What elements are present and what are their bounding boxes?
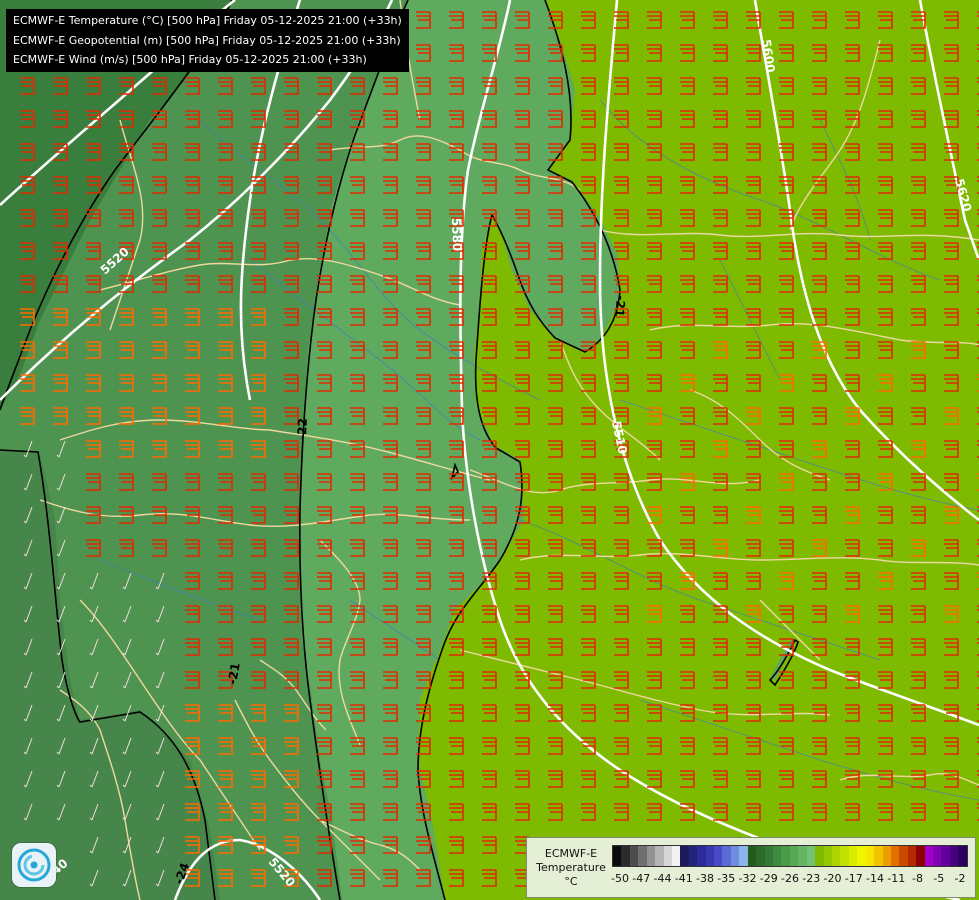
legend-color-step: [865, 846, 875, 866]
temperature-fill-zones: [0, 0, 979, 900]
legend-color-step: [688, 846, 698, 866]
legend-color-step: [806, 846, 816, 866]
legend-tick-label: -41: [674, 872, 693, 885]
legend-tick-label: -5: [933, 872, 945, 885]
legend-color-step: [663, 846, 672, 866]
legend-color-step: [730, 846, 740, 866]
legend-tick-label: -20: [823, 872, 842, 885]
weather-map-view: 5600 5620 5580 5520 5540 5510 5520 -21 -…: [0, 0, 979, 900]
legend-unit: °C: [564, 875, 578, 888]
isotherm-label: -22: [295, 418, 310, 440]
legend-color-step: [756, 846, 765, 866]
legend-color-step: [764, 846, 774, 866]
legend-color-step: [933, 846, 942, 866]
legend-color-step: [958, 846, 967, 866]
legend-color-step: [882, 846, 891, 866]
legend-color-step: [697, 846, 706, 866]
legend-tick-label: -8: [912, 872, 923, 885]
legend-color-step: [680, 846, 689, 866]
legend-color-step: [924, 846, 934, 866]
map-canvas: 5600 5620 5580 5520 5540 5510 5520 -21 -…: [0, 0, 979, 900]
legend-color-step: [705, 846, 715, 866]
legend-color-step: [671, 846, 681, 866]
title-geopotential: ECMWF-E Geopotential (m) [500 hPa] Frida…: [13, 33, 401, 47]
legend-color-step: [840, 846, 849, 866]
legend-color-step: [941, 846, 950, 866]
isotherm-label: -21: [612, 295, 628, 318]
legend-color-step: [874, 846, 883, 866]
legend-color-step: [798, 846, 807, 866]
title-wind: ECMWF-E Wind (m/s) [500 hPa] Friday 05-1…: [13, 53, 367, 66]
legend-tick-label: -50: [611, 872, 629, 885]
legend-color-step: [739, 846, 748, 866]
legend-tick-label: -29: [759, 872, 778, 885]
legend-color-step: [722, 846, 731, 866]
legend-variable: Temperature: [536, 861, 606, 874]
legend-color-step: [655, 846, 664, 866]
legend-tick-label: -26: [781, 872, 799, 885]
legend-tick-label: -23: [802, 872, 821, 885]
legend-color-step: [638, 846, 647, 866]
legend-color-step: [714, 846, 723, 866]
legend-color-step: [815, 846, 824, 866]
legend-color-step: [629, 846, 639, 866]
legend-title: ECMWF-E Temperature °C: [531, 847, 611, 889]
legend-tick-label: -35: [717, 872, 736, 885]
legend-color-step: [781, 846, 790, 866]
legend-model: ECMWF-E: [544, 847, 598, 860]
legend-color-step: [890, 846, 900, 866]
legend-tick-labels: -50 -47 -44 -41 -38 -35 -32 -29 -26 -23 -20 -17 -14-…: [611, 872, 968, 888]
legend-tick-label: -32: [738, 872, 757, 885]
logo-swirl-icon: [17, 848, 51, 882]
legend-tick-label: -2: [954, 872, 966, 885]
title-temperature: ECMWF-E Temperature (°C) [500 hPa] Frida…: [13, 14, 402, 27]
legend-tick-label: -47: [632, 872, 651, 885]
temperature-legend: ECMWF-E Temperature °C -50 -47 -44 -41 -38 -3…: [526, 837, 976, 898]
ecmwf-logo-icon: [12, 843, 56, 887]
legend-color-step: [613, 846, 622, 866]
legend-tick-label: -38: [696, 872, 714, 885]
legend-tick-label: -44: [653, 872, 672, 885]
legend-color-step: [831, 846, 841, 866]
legend-color-step: [747, 846, 757, 866]
map-title-box: ECMWF-E Temperature (°C) [500 hPa] Frida…: [6, 9, 409, 72]
legend-color-step: [823, 846, 832, 866]
legend-color-step: [646, 846, 656, 866]
legend-tick-label: -11: [887, 872, 906, 885]
legend-color-step: [848, 846, 858, 866]
legend-color-step: [789, 846, 799, 866]
legend-tick-label: -17: [844, 872, 863, 885]
legend-color-step: [949, 846, 959, 866]
legend-color-step: [899, 846, 908, 866]
legend-tick-label: -14: [866, 872, 884, 885]
geopotential-label: 5580: [449, 218, 464, 252]
legend-color-step: [857, 846, 866, 866]
legend-color-step: [773, 846, 782, 866]
legend-color-step: [916, 846, 925, 866]
legend-color-bar: [612, 845, 968, 867]
legend-color-step: [907, 846, 917, 866]
legend-color-step: [621, 846, 630, 866]
